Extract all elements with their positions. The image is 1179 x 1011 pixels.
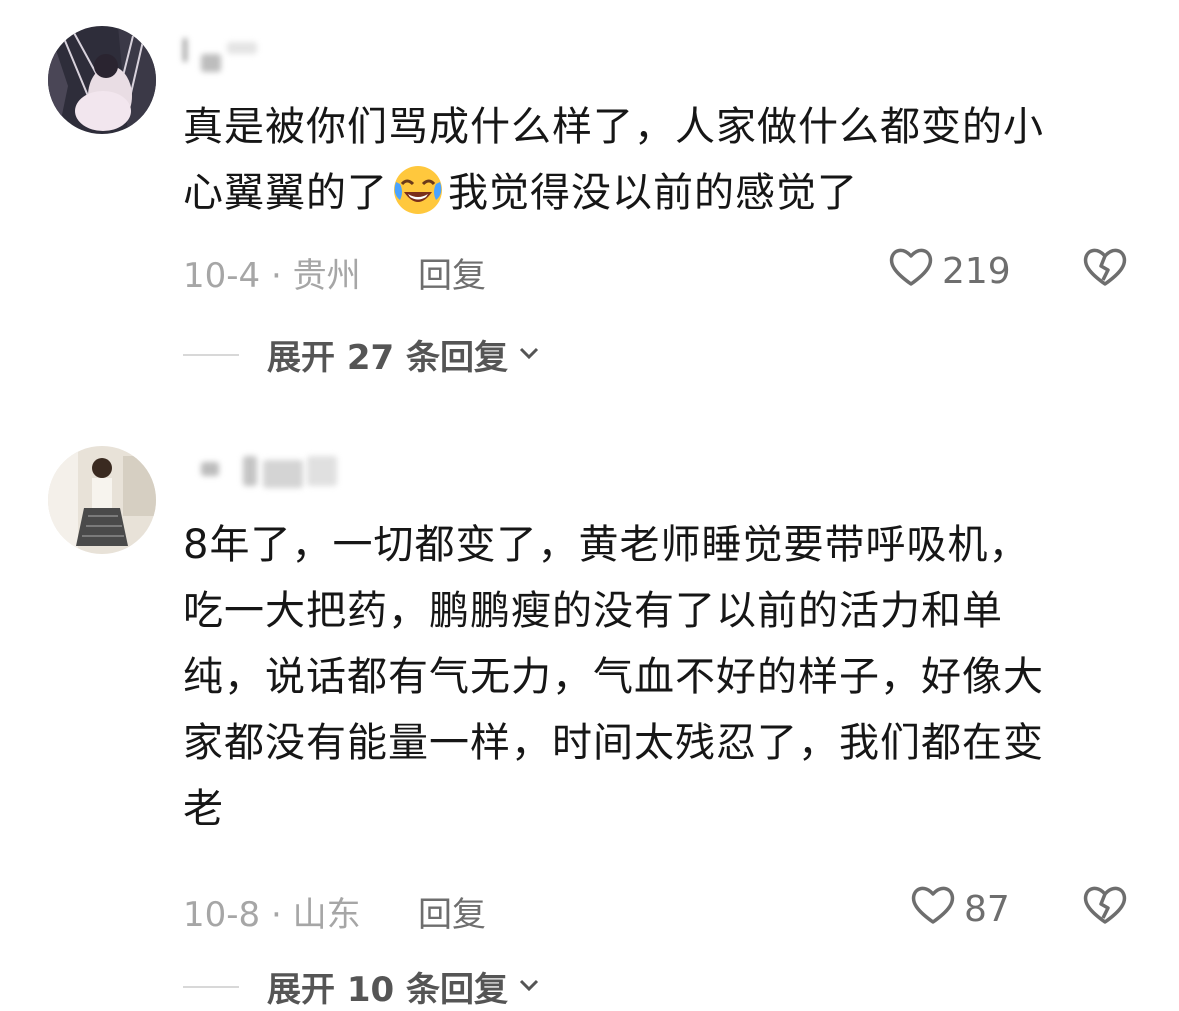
expand-replies-button[interactable]: 展开 10 条回复 <box>183 962 540 1011</box>
comment-line: 8年了，一切都变了，黄老师睡觉要带呼吸机， <box>183 522 1030 568</box>
dislike-button[interactable] <box>1082 884 1128 930</box>
broken-heart-icon <box>1082 248 1128 292</box>
heart-icon <box>888 246 942 297</box>
reply-button[interactable]: 回复 <box>418 248 486 297</box>
heart-icon <box>910 884 964 935</box>
expand-replies-label: 展开 27 条回复 <box>267 338 508 378</box>
comment-line: 心翼翼的了 我觉得没以前的感觉了 <box>183 160 1143 226</box>
like-count: 87 <box>964 889 1010 930</box>
comment-line: 纯，说话都有气无力，气血不好的样子，好像大 <box>183 654 1044 700</box>
crying-laughing-emoji-icon <box>392 164 444 216</box>
comment-line: 真是被你们骂成什么样了，人家做什么都变的小 <box>183 104 1044 150</box>
dislike-button[interactable] <box>1082 246 1128 292</box>
broken-heart-icon <box>1082 886 1128 930</box>
comment-line: 老 <box>183 786 224 832</box>
comment-text: 真是被你们骂成什么样了，人家做什么都变的小 心翼翼的了 我觉得没以前的感觉了 <box>183 94 1143 226</box>
username-blurred[interactable] <box>183 452 343 492</box>
divider <box>183 985 239 988</box>
date-location: 10-8 · 山东 <box>183 895 361 935</box>
avatar[interactable] <box>48 446 156 554</box>
like-count: 219 <box>942 251 1011 292</box>
reply-button[interactable]: 回复 <box>418 887 486 936</box>
username-blurred[interactable] <box>183 32 343 72</box>
avatar[interactable] <box>48 26 156 134</box>
divider <box>183 353 239 356</box>
chevron-down-icon <box>508 345 540 364</box>
comment-line-part: 我觉得没以前的感觉了 <box>448 170 858 216</box>
comment-text: 8年了，一切都变了，黄老师睡觉要带呼吸机， 吃一大把药，鹏鹏瘦的没有了以前的活力… <box>183 512 1143 842</box>
expand-replies-label: 展开 10 条回复 <box>267 970 508 1010</box>
comment-line: 吃一大把药，鹏鹏瘦的没有了以前的活力和单 <box>183 588 1003 634</box>
comment-line: 家都没有能量一样，时间太残忍了，我们都在变 <box>183 720 1044 766</box>
like-button[interactable]: 87 <box>910 884 1010 935</box>
like-button[interactable]: 219 <box>888 246 1011 297</box>
expand-replies-button[interactable]: 展开 27 条回复 <box>183 330 540 379</box>
date-location: 10-4 · 贵州 <box>183 256 361 296</box>
comment-line-part: 心翼翼的了 <box>183 170 388 216</box>
